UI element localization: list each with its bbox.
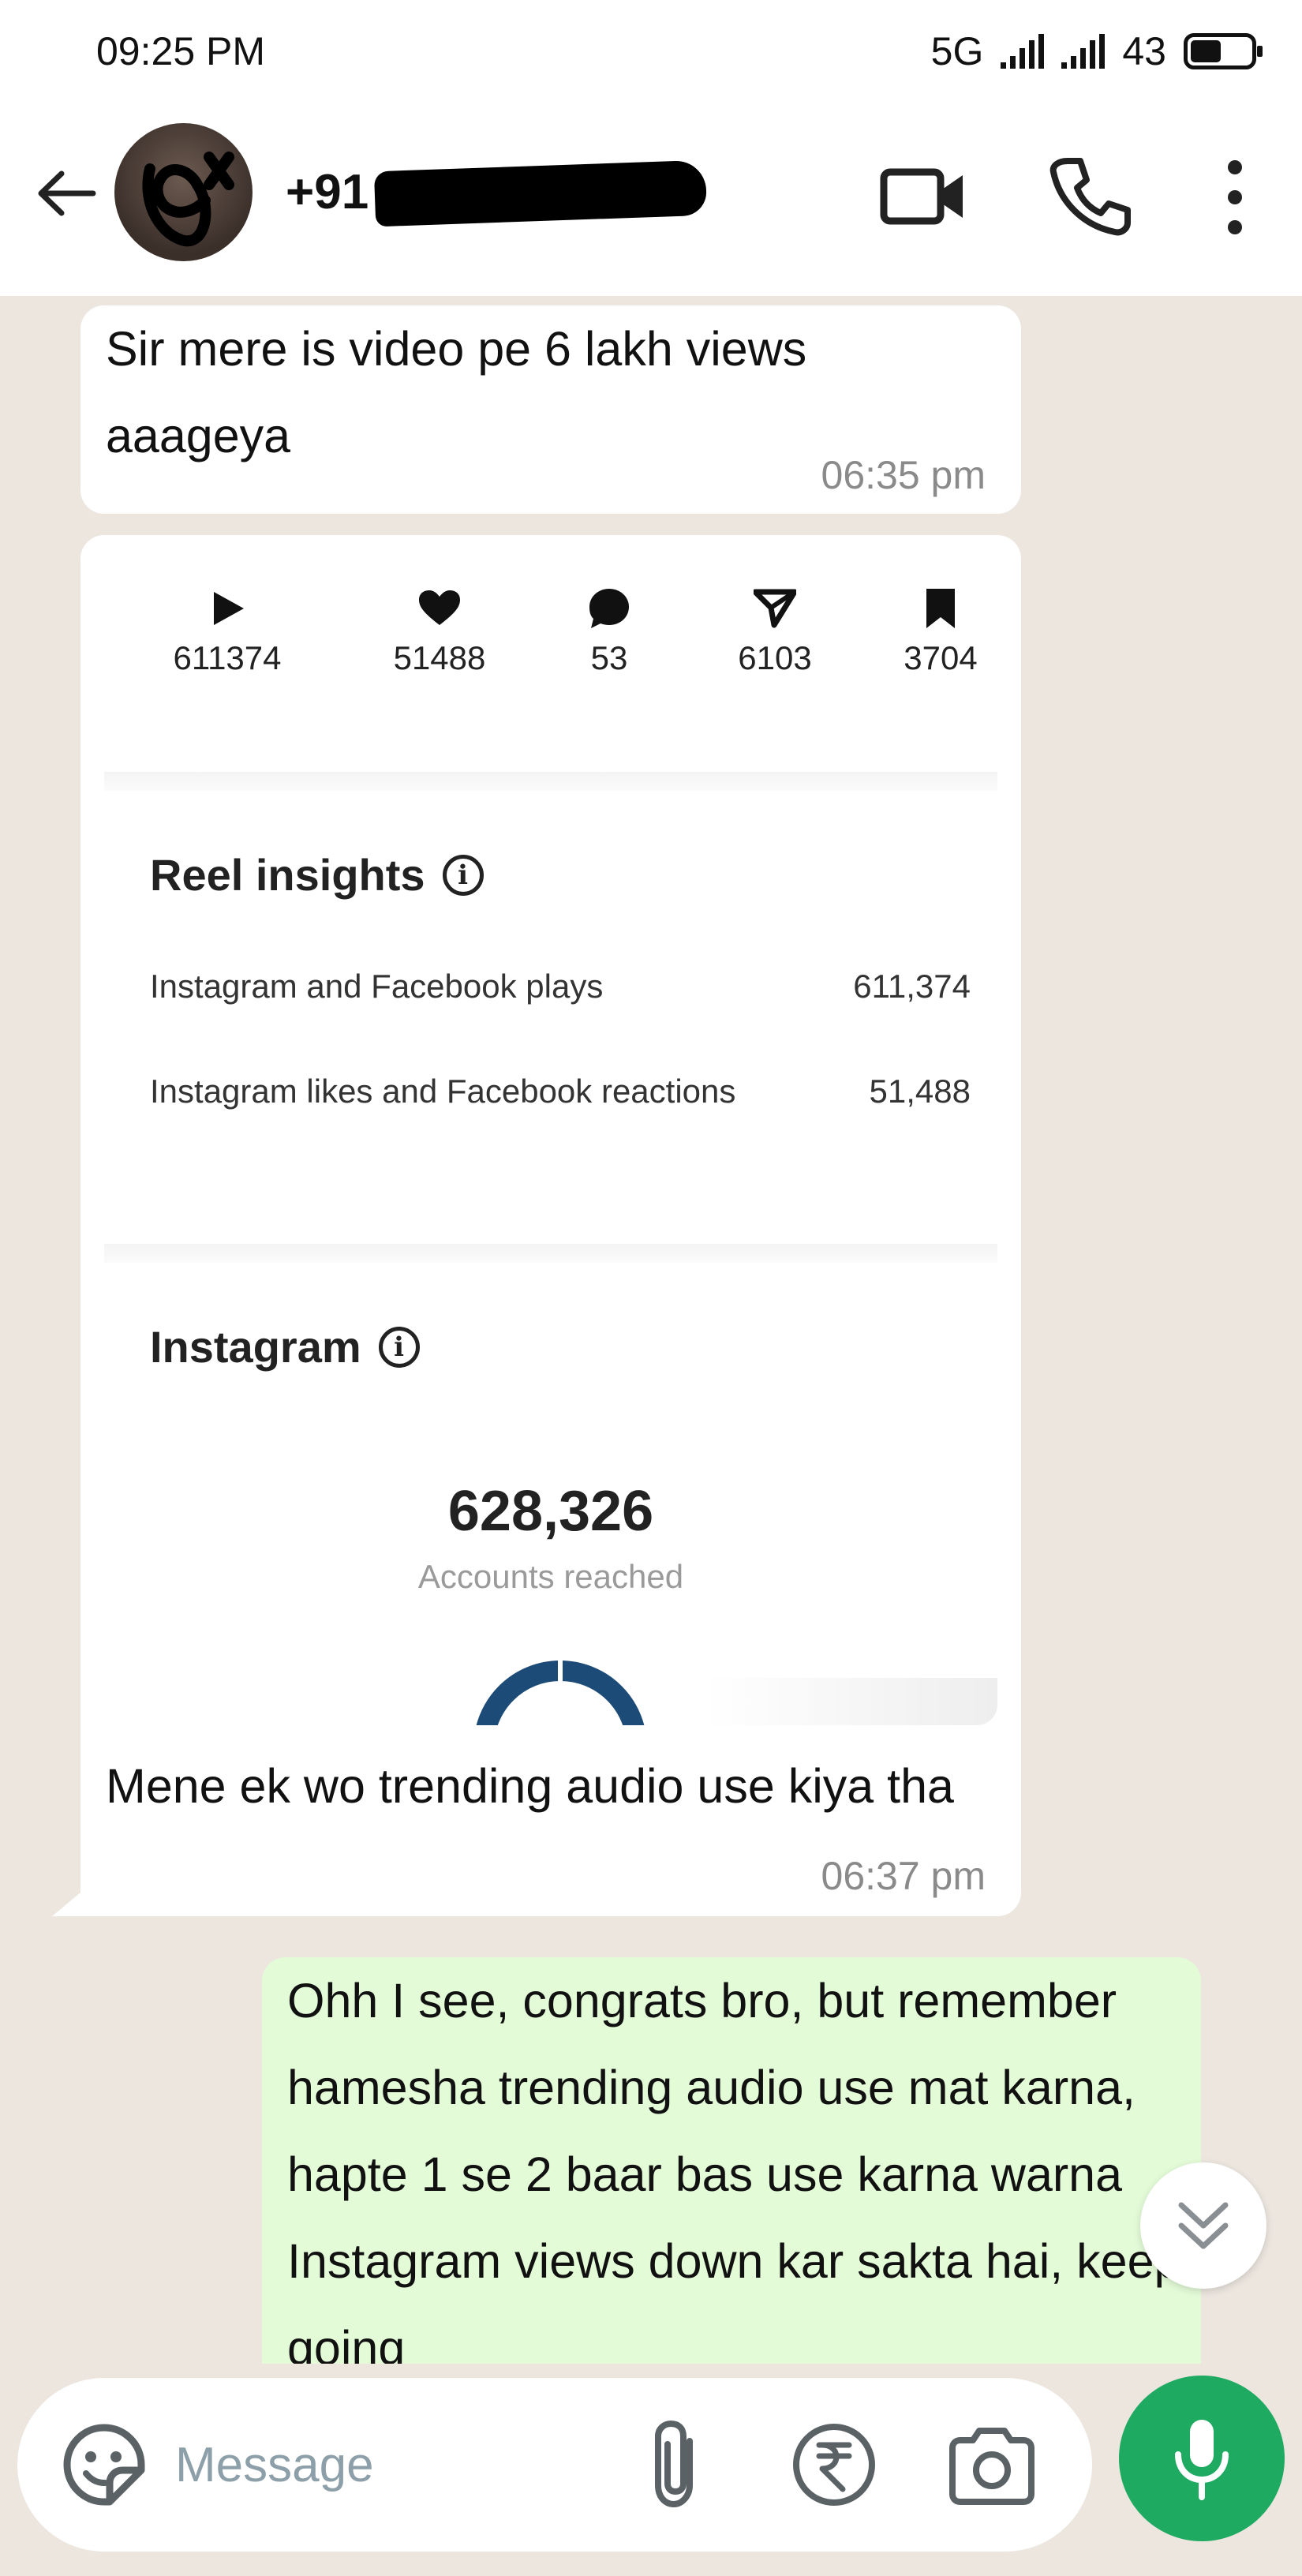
voice-record-button[interactable] xyxy=(1119,2376,1285,2541)
status-time: 09:25 PM xyxy=(96,29,266,73)
message-text: Mene ek wo trending audio use kiya tha xyxy=(106,1759,954,1813)
comment-icon xyxy=(589,589,629,628)
play-icon xyxy=(214,592,244,625)
battery-level: 43 xyxy=(1122,29,1166,73)
back-arrow-icon[interactable] xyxy=(32,158,103,229)
status-bar: 09:25 PM 5G 43 xyxy=(0,0,1302,95)
double-chevron-down-icon xyxy=(1178,2202,1229,2249)
instagram-heading: Instagram xyxy=(150,1322,361,1372)
screenshot-edge xyxy=(704,1678,997,1725)
accounts-reached-value: 628,326 xyxy=(447,1480,654,1543)
scroll-to-bottom-button[interactable] xyxy=(1140,2162,1266,2289)
avatar-scribble xyxy=(142,152,234,247)
video-call-icon[interactable] xyxy=(876,156,971,235)
incoming-message[interactable]: Sir mere is video pe 6 lakh views aaagey… xyxy=(80,305,1021,514)
donut-divider xyxy=(558,1658,563,1690)
bookmark-icon xyxy=(926,589,955,628)
chat-header: +91 xyxy=(0,95,1302,296)
composer-bar xyxy=(0,2364,1302,2576)
sticker-icon[interactable] xyxy=(61,2421,148,2508)
more-vertical-icon[interactable] xyxy=(1211,150,1259,245)
message-input-container xyxy=(17,2378,1092,2552)
metric-label: Instagram and Facebook plays xyxy=(150,968,604,1005)
signal-icon xyxy=(1001,34,1045,69)
paperclip-icon[interactable] xyxy=(641,2417,712,2512)
message-input[interactable] xyxy=(175,2433,586,2496)
stat-saves: 3704 xyxy=(862,581,997,677)
signal-icon-2 xyxy=(1061,34,1106,69)
phone-icon[interactable] xyxy=(1046,152,1132,238)
metric-row-likes: Instagram likes and Facebook reactions 5… xyxy=(150,1073,971,1110)
battery-icon xyxy=(1184,33,1263,69)
metric-value: 611,374 xyxy=(853,968,971,1005)
microphone-icon xyxy=(1175,2420,1229,2500)
info-icon: i xyxy=(442,854,484,896)
status-indicators: 5G 43 xyxy=(930,28,1263,74)
stat-likes: 51488 xyxy=(361,581,518,677)
stat-comments: 53 xyxy=(530,581,688,677)
reel-stats: 611374 51488 53 6103 3704 xyxy=(104,581,997,691)
stat-value: 611374 xyxy=(173,639,282,676)
accounts-reached-label: Accounts reached xyxy=(417,1558,684,1595)
avatar[interactable] xyxy=(114,123,253,261)
stat-value: 51488 xyxy=(393,639,486,676)
stat-shares: 6103 xyxy=(696,581,854,677)
instagram-title: Instagram i xyxy=(150,1321,420,1372)
stat-value: 53 xyxy=(590,639,628,676)
heart-icon xyxy=(419,590,460,625)
section-divider xyxy=(104,772,997,791)
metric-label: Instagram likes and Facebook reactions xyxy=(150,1073,736,1110)
network-type: 5G xyxy=(930,29,984,73)
share-icon xyxy=(754,589,796,628)
message-time: 06:35 pm xyxy=(821,453,986,497)
message-time: 06:37 pm xyxy=(821,1854,986,1898)
stat-value: 6103 xyxy=(738,639,812,676)
outgoing-message[interactable]: Ohh I see, congrats bro, but remember ha… xyxy=(262,1957,1201,2364)
section-divider xyxy=(104,1244,997,1263)
camera-icon[interactable] xyxy=(945,2421,1039,2508)
chat-area[interactable]: Sir mere is video pe 6 lakh views aaagey… xyxy=(0,296,1302,2364)
reel-insights-title: Reel insights i xyxy=(150,849,484,900)
stat-value: 3704 xyxy=(904,639,978,676)
metric-row-plays: Instagram and Facebook plays 611,374 xyxy=(150,968,971,1005)
info-icon: i xyxy=(378,1326,420,1368)
redaction-mark xyxy=(373,159,708,227)
rupee-payment-icon[interactable] xyxy=(791,2421,877,2508)
contact-name[interactable]: +91 xyxy=(286,164,369,220)
incoming-image-message[interactable]: 611374 51488 53 6103 3704 Reel insights … xyxy=(80,535,1021,1916)
message-text: Ohh I see, congrats bro, but remember ha… xyxy=(287,1974,1181,2364)
stat-plays: 611374 xyxy=(148,581,306,677)
reel-insights-heading: Reel insights xyxy=(150,850,425,900)
screenshot-image[interactable]: 611374 51488 53 6103 3704 Reel insights … xyxy=(104,549,997,1725)
metric-value: 51,488 xyxy=(869,1073,971,1110)
